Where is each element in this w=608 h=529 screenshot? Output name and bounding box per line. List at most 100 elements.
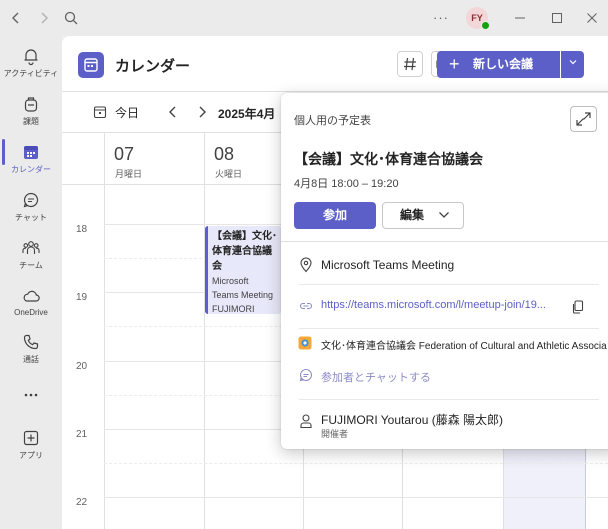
page-title: カレンダー	[115, 58, 191, 75]
chat-row[interactable]: 参加者とチャットする	[281, 366, 608, 386]
maximize-icon	[552, 13, 562, 23]
channel-row[interactable]: 文化･体育連合協議会 Federation of Cultural and At…	[281, 333, 608, 353]
day-header-mon[interactable]: 07 月曜日	[104, 133, 204, 185]
rail-item-calendar[interactable]: カレンダー	[0, 140, 62, 186]
rail-label-teams: チーム	[19, 261, 43, 270]
meeting-link[interactable]: https://teams.microsoft.com/l/meetup-joi…	[321, 299, 546, 311]
more-options-button[interactable]: ···	[431, 8, 451, 28]
bell-icon	[24, 49, 38, 66]
calendar-today-icon	[93, 106, 107, 119]
next-week-icon[interactable]	[195, 104, 209, 120]
copy-icon[interactable]	[572, 300, 584, 314]
rail-item-onedrive[interactable]: OneDrive	[0, 284, 62, 330]
chevron-right-icon	[41, 12, 48, 24]
rail-label-activity: アクティビティ	[3, 69, 59, 78]
expand-button[interactable]	[570, 106, 597, 132]
rail-item-more[interactable]	[0, 383, 62, 407]
calendar-header: カレンダー + 新しい会議	[62, 36, 608, 92]
join-button[interactable]: 参加	[294, 202, 376, 229]
rail-item-apps[interactable]: アプリ	[0, 426, 62, 472]
person-icon	[300, 414, 312, 429]
hour-label: 22	[76, 497, 88, 508]
rail-label-calls: 通話	[23, 355, 39, 364]
edit-label: 編集	[400, 208, 425, 222]
maximize-button[interactable]	[549, 9, 565, 27]
chevron-left-icon	[12, 12, 19, 24]
avatar[interactable]: FY	[466, 7, 490, 30]
more-icon	[24, 393, 38, 397]
minimize-icon	[515, 17, 525, 19]
organizer-row[interactable]: FUJIMORI Youtarou (藤森 陽太郎) 開催者	[281, 408, 608, 442]
chat-icon	[23, 192, 39, 208]
event-location-2: Teams Meeting	[212, 290, 274, 300]
rail-item-teams[interactable]: チーム	[0, 236, 62, 282]
cloud-icon	[23, 290, 40, 302]
event-title: 【会議】文化･体育連合協議会	[212, 231, 277, 272]
day-name: 火曜日	[215, 169, 243, 179]
hour-label: 18	[76, 224, 88, 235]
backpack-icon	[24, 97, 38, 112]
row-separator	[299, 399, 599, 400]
rail-item-calls[interactable]: 通話	[0, 330, 62, 376]
close-icon	[587, 13, 597, 23]
minimize-button[interactable]	[512, 9, 528, 27]
previous-week-icon[interactable]	[166, 104, 180, 120]
grid-divider	[104, 132, 105, 529]
edit-button[interactable]: 編集	[382, 202, 464, 229]
rail-item-chat[interactable]: チャット	[0, 188, 62, 234]
chevron-down-icon	[439, 212, 449, 218]
expand-icon	[576, 112, 591, 126]
day-number: 07	[114, 144, 135, 164]
organizer-role: 開催者	[321, 429, 349, 439]
rail-label-assignments: 課題	[23, 117, 39, 126]
avatar-initials: FY	[471, 13, 483, 23]
hour-label: 21	[76, 429, 88, 440]
date-range-label[interactable]: 2025年4月	[218, 105, 275, 122]
channel-name: 文化･体育連合協議会 Federation of Cultural and At…	[321, 341, 607, 352]
new-meeting-label: 新しい会議	[473, 57, 534, 71]
organizer-name: FUJIMORI Youtarou (藤森 陽太郎)	[321, 413, 504, 427]
rail-item-activity[interactable]: アクティビティ	[0, 44, 62, 90]
rail-item-assignments[interactable]: 課題	[0, 92, 62, 138]
location-text: Microsoft Teams Meeting	[321, 258, 455, 272]
plus-icon: +	[449, 54, 460, 74]
phone-icon	[23, 334, 39, 350]
rail-label-apps: アプリ	[19, 451, 43, 460]
calendar-event[interactable]: 【会議】文化･体育連合協議会 Microsoft Teams Meeting F…	[205, 226, 281, 314]
chat-with-participants-link: 参加者とチャットする	[321, 372, 431, 384]
link-row: https://teams.microsoft.com/l/meetup-joi…	[281, 296, 608, 316]
day-number: 08	[214, 144, 235, 164]
forward-button[interactable]	[34, 8, 54, 28]
location-pin-icon	[300, 257, 312, 273]
rail-label-onedrive: OneDrive	[14, 308, 48, 317]
location-row: Microsoft Teams Meeting	[281, 255, 608, 275]
hash-icon	[404, 57, 416, 71]
new-meeting-dropdown[interactable]	[561, 51, 584, 78]
chat-with-participants-icon	[299, 368, 312, 382]
teams-icon	[22, 241, 40, 254]
back-button[interactable]	[6, 8, 26, 28]
event-details-popup: 個人用の予定表 【会議】文化･体育連合協議会 4月8日 18:00 – 19:2…	[281, 93, 608, 449]
app-rail: アクティビティ 課題 カレンダー チャット チーム OneDrive 通話 アプ…	[0, 36, 62, 529]
event-organizer: FUJIMORI	[212, 304, 255, 314]
rail-label-calendar: カレンダー	[11, 165, 51, 174]
presence-icon	[481, 21, 490, 30]
link-icon	[299, 302, 313, 310]
hour-line	[104, 497, 608, 498]
popup-divider	[281, 241, 608, 242]
today-button[interactable]: 今日	[115, 104, 139, 121]
hour-label: 20	[76, 361, 88, 372]
new-meeting-button[interactable]: + 新しい会議	[437, 51, 560, 78]
channel-logo-icon	[298, 336, 312, 350]
grid-divider	[204, 132, 205, 529]
event-time: 4月8日 18:00 – 19:20	[294, 178, 399, 190]
search-button[interactable]	[61, 8, 81, 28]
calendar-app-icon	[78, 52, 104, 78]
close-button[interactable]	[584, 9, 600, 27]
add-apps-icon	[23, 430, 39, 446]
day-name: 月曜日	[115, 169, 143, 179]
chevron-down-icon	[569, 60, 576, 65]
channel-hash-button[interactable]	[397, 51, 423, 77]
rail-label-chat: チャット	[15, 213, 47, 222]
hour-label: 19	[76, 292, 88, 303]
